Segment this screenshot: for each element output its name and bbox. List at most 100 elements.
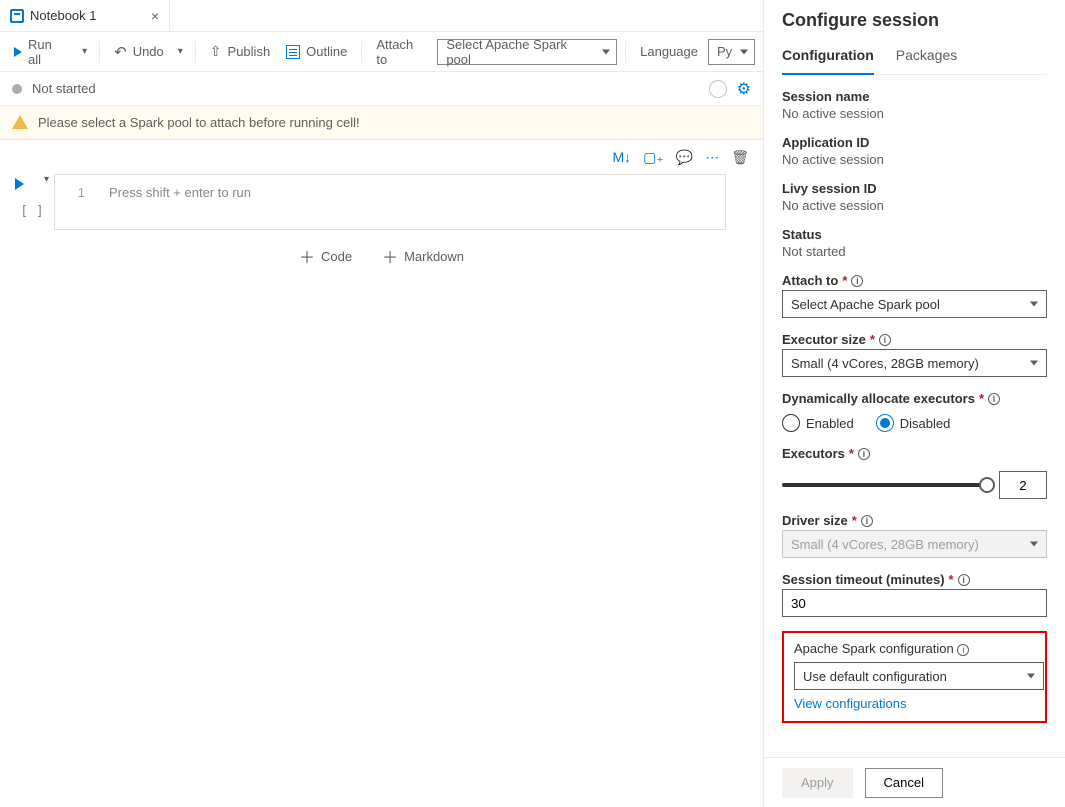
add-cell-below-icon[interactable]: ▢₊ (643, 149, 664, 166)
livy-id-value: No active session (782, 198, 1047, 213)
info-icon[interactable]: i (851, 275, 863, 287)
radio-disabled[interactable]: Disabled (876, 414, 951, 432)
add-markdown-button[interactable]: ＋ Markdown (382, 244, 464, 268)
attach-to-select[interactable]: Select Apache Spark pool (437, 39, 617, 65)
separator (195, 41, 196, 63)
required-icon: * (870, 332, 875, 347)
required-icon: * (842, 273, 847, 288)
separator (99, 41, 100, 63)
panel-tabs: Configuration Packages (782, 41, 1047, 75)
add-markdown-label: Markdown (404, 249, 464, 264)
livy-id-field: Livy session ID No active session (782, 181, 1047, 213)
attach-to-label: Attach to (782, 273, 838, 288)
spark-config-label: Apache Spark configuration (794, 641, 954, 656)
warning-text: Please select a Spark pool to attach bef… (38, 115, 360, 130)
info-icon[interactable]: i (988, 393, 1000, 405)
notebook-tab[interactable]: Notebook 1 × (0, 0, 170, 31)
session-name-field: Session name No active session (782, 89, 1047, 121)
add-code-label: Code (321, 249, 352, 264)
warning-bar: Please select a Spark pool to attach bef… (0, 106, 763, 140)
cell-toolbar: M↓ ▢₊ 💬 ⋯ 🗑 (0, 140, 763, 174)
toolbar: Run all ▾ ↶ Undo ▾ ⇧ Publish Outline Att… (0, 32, 763, 72)
language-label: Language (634, 40, 704, 63)
application-id-value: No active session (782, 152, 1047, 167)
undo-icon: ↶ (114, 43, 127, 61)
view-configurations-link[interactable]: View configurations (794, 696, 907, 711)
undo-button[interactable]: ↶ Undo (108, 39, 170, 65)
publish-label: Publish (228, 44, 271, 59)
chevron-down-icon[interactable]: ▾ (44, 174, 49, 185)
info-icon[interactable]: i (861, 515, 873, 527)
timeout-field: Session timeout (minutes) * i (782, 572, 1047, 617)
driver-size-select: Small (4 vCores, 28GB memory) (782, 530, 1047, 558)
attach-to-label: Attach to (370, 33, 433, 71)
attach-to-value: Select Apache Spark pool (446, 37, 594, 67)
plus-icon: ＋ (299, 244, 315, 268)
info-icon[interactable]: i (858, 448, 870, 460)
required-icon: * (849, 446, 854, 461)
info-icon[interactable]: i (958, 574, 970, 586)
markdown-toggle-button[interactable]: M↓ (612, 149, 631, 165)
status-field: Status Not started (782, 227, 1047, 259)
more-icon[interactable]: ⋯ (705, 149, 719, 166)
apply-button[interactable]: Apply (782, 768, 853, 798)
executors-slider[interactable] (782, 483, 987, 487)
tab-configuration[interactable]: Configuration (782, 41, 874, 75)
code-cell[interactable]: 1 Press shift + enter to run (54, 174, 726, 230)
panel-title: Configure session (782, 10, 1047, 31)
panel-footer: Apply Cancel (764, 757, 1065, 807)
cell-placeholder: Press shift + enter to run (109, 185, 251, 200)
slider-thumb[interactable] (979, 477, 995, 493)
spark-config-highlight: Apache Spark configuration i Use default… (782, 631, 1047, 723)
stop-icon[interactable] (709, 80, 727, 98)
executor-size-value: Small (4 vCores, 28GB memory) (791, 356, 979, 371)
radio-disabled-label: Disabled (900, 416, 951, 431)
session-name-label: Session name (782, 89, 1047, 104)
chevron-down-icon[interactable]: ▾ (174, 42, 187, 61)
outline-button[interactable]: Outline (280, 40, 353, 63)
language-select[interactable]: Py (708, 39, 755, 65)
status-bar: Not started ⚙ (0, 72, 763, 106)
comment-icon[interactable]: 💬 (676, 149, 693, 166)
warning-icon (12, 115, 28, 129)
driver-size-value: Small (4 vCores, 28GB memory) (791, 537, 979, 552)
gear-icon[interactable]: ⚙ (737, 79, 751, 99)
spark-config-value: Use default configuration (803, 669, 947, 684)
attach-to-select[interactable]: Select Apache Spark pool (782, 290, 1047, 318)
radio-enabled[interactable]: Enabled (782, 414, 854, 432)
cancel-button[interactable]: Cancel (865, 768, 943, 798)
executors-input[interactable] (999, 471, 1047, 499)
application-id-field: Application ID No active session (782, 135, 1047, 167)
language-value: Py (717, 44, 732, 59)
outline-icon (286, 45, 300, 59)
timeout-input[interactable] (782, 589, 1047, 617)
info-icon[interactable]: i (879, 334, 891, 346)
notebook-icon (10, 9, 24, 23)
line-number: 1 (69, 185, 85, 200)
spark-config-select[interactable]: Use default configuration (794, 662, 1044, 690)
add-cell-row: ＋ Code ＋ Markdown (0, 244, 763, 268)
delete-cell-icon[interactable]: 🗑 (731, 149, 749, 166)
session-name-value: No active session (782, 106, 1047, 121)
chevron-down-icon[interactable]: ▾ (78, 42, 91, 61)
dynamic-allocate-label: Dynamically allocate executors (782, 391, 975, 406)
publish-button[interactable]: ⇧ Publish (204, 39, 276, 64)
execution-count: [ ] (20, 204, 43, 219)
add-code-button[interactable]: ＋ Code (299, 244, 352, 268)
executor-size-select[interactable]: Small (4 vCores, 28GB memory) (782, 349, 1047, 377)
run-cell-icon[interactable] (15, 178, 24, 190)
required-icon: * (979, 391, 984, 406)
tab-packages[interactable]: Packages (896, 41, 957, 74)
publish-icon: ⇧ (210, 43, 222, 60)
dynamic-allocate-field: Dynamically allocate executors * i Enabl… (782, 391, 1047, 432)
run-all-button[interactable]: Run all (8, 33, 74, 71)
attach-to-select-value: Select Apache Spark pool (791, 297, 940, 312)
close-icon[interactable]: × (151, 8, 159, 24)
timeout-label: Session timeout (minutes) (782, 572, 945, 587)
application-id-label: Application ID (782, 135, 1047, 150)
info-icon[interactable]: i (957, 644, 969, 656)
configure-session-panel: Configure session Configuration Packages… (763, 0, 1065, 807)
run-all-label: Run all (28, 37, 68, 67)
radio-enabled-label: Enabled (806, 416, 854, 431)
required-icon: * (852, 513, 857, 528)
